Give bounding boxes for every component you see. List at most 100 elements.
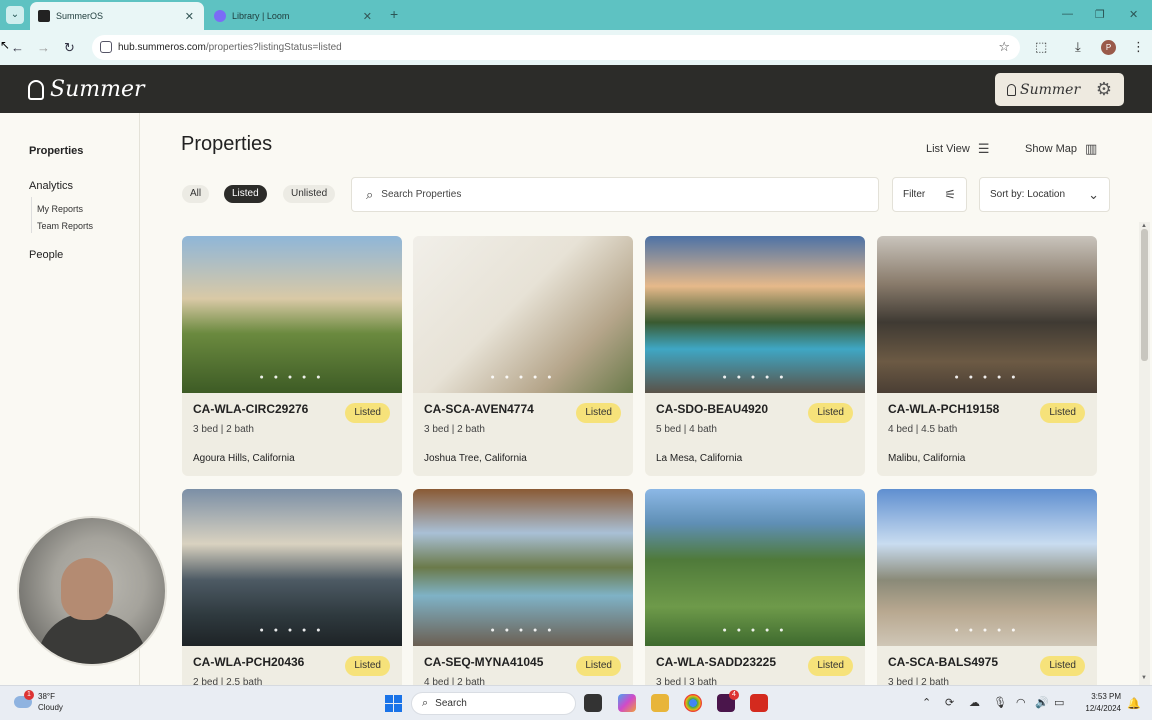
maximize-icon[interactable]: ❐ (1095, 8, 1105, 21)
photo-carousel-dots[interactable]: ● ● ● ● ● (877, 374, 1097, 381)
page-title: Properties (181, 133, 273, 155)
url-input[interactable]: hub.summeros.com/properties?listingStatu… (92, 35, 1020, 60)
photo-carousel-dots[interactable]: ● ● ● ● ● (182, 627, 402, 634)
photo-carousel-dots[interactable]: ● ● ● ● ● (645, 374, 865, 381)
property-photo[interactable] (877, 236, 1097, 393)
site-settings-icon[interactable] (100, 41, 112, 53)
brand-name: Summer (50, 77, 145, 102)
bed-bath: 4 bed | 4.5 bath (888, 424, 958, 435)
close-tab-icon[interactable]: ✕ (363, 10, 372, 23)
extensions-icon[interactable]: ⬚ (1035, 39, 1047, 55)
property-photo[interactable] (645, 489, 865, 646)
photo-carousel-dots[interactable]: ● ● ● ● ● (877, 627, 1097, 634)
photo-carousel-dots[interactable]: ● ● ● ● ● (413, 627, 633, 634)
copilot-icon[interactable] (618, 694, 636, 712)
property-photo[interactable] (413, 489, 633, 646)
show-map-label: Show Map (1025, 143, 1077, 155)
property-photo[interactable] (182, 489, 402, 646)
gear-icon[interactable]: ⚙ (1096, 79, 1112, 100)
weather-widget[interactable]: 1 38°F Cloudy (14, 690, 63, 713)
property-photo[interactable] (413, 236, 633, 393)
task-view-icon[interactable] (584, 694, 602, 712)
summeros-favicon-icon (38, 10, 50, 22)
onedrive-icon[interactable]: ☁ (969, 696, 980, 709)
taskbar: 1 38°F Cloudy ⌕ Search 4 ⌃ ⟳ ☁ 🎙 ◠ 🔊 ▭ 3… (0, 685, 1152, 720)
tray-app-icon[interactable]: ⟳ (945, 696, 954, 709)
filter-button[interactable]: Filter ⚟ (892, 177, 967, 212)
property-card[interactable]: ● ● ● ● ● CA-WLA-PCH19158 Listed 4 bed |… (877, 236, 1097, 476)
filter-chip-all[interactable]: All (182, 185, 210, 203)
sidebar-item-team-reports[interactable]: Team Reports (37, 221, 93, 231)
sidebar-divider (31, 197, 32, 233)
property-id: CA-SEQ-MYNA41045 (424, 655, 544, 669)
new-tab-icon[interactable]: + (390, 6, 398, 22)
downloads-icon[interactable]: ⤓ (1075, 39, 1081, 55)
scroll-up-icon[interactable]: ▲ (1141, 223, 1147, 229)
forward-icon[interactable]: → (37, 40, 50, 55)
tray-chevron-icon[interactable]: ⌃ (922, 696, 931, 709)
bed-bath: 3 bed | 2 bath (193, 424, 254, 435)
reload-icon[interactable]: ↻ (64, 40, 75, 56)
property-id: CA-WLA-CIRC29276 (193, 402, 309, 416)
sidebar-item-my-reports[interactable]: My Reports (37, 204, 83, 214)
bookmark-star-icon[interactable]: ☆ (998, 39, 1010, 55)
scroll-down-icon[interactable]: ▼ (1141, 675, 1147, 681)
property-photo[interactable] (645, 236, 865, 393)
cloud-icon: 1 (14, 690, 34, 708)
photo-carousel-dots[interactable]: ● ● ● ● ● (645, 627, 865, 634)
notifications-bell-icon[interactable]: 🔔 (1127, 697, 1141, 710)
search-input[interactable] (381, 189, 822, 200)
property-card[interactable]: ● ● ● ● ● CA-WLA-CIRC29276 Listed 3 bed … (182, 236, 402, 476)
app-header: Summer Summer ⚙ (0, 65, 1152, 113)
battery-icon[interactable]: ▭ (1054, 696, 1064, 709)
property-location: La Mesa, California (656, 453, 743, 464)
taskbar-search[interactable]: ⌕ Search (411, 692, 576, 715)
sidebar-item-people[interactable]: People (29, 249, 63, 261)
chrome-icon[interactable] (684, 694, 702, 712)
show-map-button[interactable]: Show Map ▥ (1025, 141, 1097, 157)
acrobat-icon[interactable] (750, 694, 768, 712)
photo-carousel-dots[interactable]: ● ● ● ● ● (413, 374, 633, 381)
summer-logo[interactable]: Summer (28, 77, 145, 102)
photo-carousel-dots[interactable]: ● ● ● ● ● (182, 374, 402, 381)
microphone-icon[interactable]: 🎙 (993, 696, 1007, 709)
file-explorer-icon[interactable] (651, 694, 669, 712)
tab-loom[interactable]: Library | Loom ✕ (206, 2, 382, 30)
minimize-icon[interactable]: — (1062, 8, 1073, 20)
list-view-button[interactable]: List View ☰ (926, 141, 989, 157)
sidebar-item-properties[interactable]: Properties (29, 145, 83, 157)
status-badge: Listed (1040, 403, 1085, 423)
profile-avatar[interactable]: P (1101, 40, 1116, 55)
close-window-icon[interactable]: ✕ (1129, 8, 1138, 21)
windows-start-icon[interactable] (385, 695, 402, 712)
tab-title: Library | Loom (232, 11, 290, 21)
clock-time: 3:53 PM (1091, 692, 1121, 701)
property-photo[interactable] (182, 236, 402, 393)
property-card[interactable]: ● ● ● ● ● CA-SCA-AVEN4774 Listed 3 bed |… (413, 236, 633, 476)
scrollbar-thumb[interactable] (1141, 229, 1148, 361)
filter-label: Filter (903, 189, 926, 200)
tab-search-chevron-icon[interactable]: ⌄ (6, 6, 24, 24)
webcam-bubble[interactable] (17, 516, 167, 666)
back-icon[interactable]: ← (11, 40, 24, 55)
filter-chip-listed[interactable]: Listed (224, 185, 267, 203)
sidebar-item-analytics[interactable]: Analytics (29, 180, 73, 192)
property-card[interactable]: ● ● ● ● ● CA-SDO-BEAU4920 Listed 5 bed |… (645, 236, 865, 476)
status-badge: Listed (345, 403, 390, 423)
filter-chip-unlisted[interactable]: Unlisted (283, 185, 336, 203)
browser-menu-icon[interactable]: ⋮ (1132, 39, 1145, 55)
map-icon: ▥ (1084, 141, 1098, 156)
taskbar-search-label: Search (435, 698, 467, 709)
taskbar-clock[interactable]: 3:53 PM 12/4/2024 (1077, 691, 1121, 715)
sort-dropdown[interactable]: Sort by: Location ⌄ (979, 177, 1110, 212)
account-menu[interactable]: Summer ⚙ (995, 73, 1124, 106)
close-tab-icon[interactable]: ✕ (185, 10, 194, 23)
address-bar: ← → ↻ hub.summeros.com/properties?listin… (0, 30, 1152, 65)
volume-icon[interactable]: 🔊 (1035, 696, 1049, 709)
status-badge: Listed (1040, 656, 1085, 676)
summer-logo-mark-icon (28, 79, 44, 100)
tab-summeros[interactable]: SummerOS ✕ (30, 2, 204, 30)
chevron-down-icon: ⌄ (1088, 186, 1099, 202)
wifi-icon[interactable]: ◠ (1016, 696, 1026, 709)
property-photo[interactable] (877, 489, 1097, 646)
